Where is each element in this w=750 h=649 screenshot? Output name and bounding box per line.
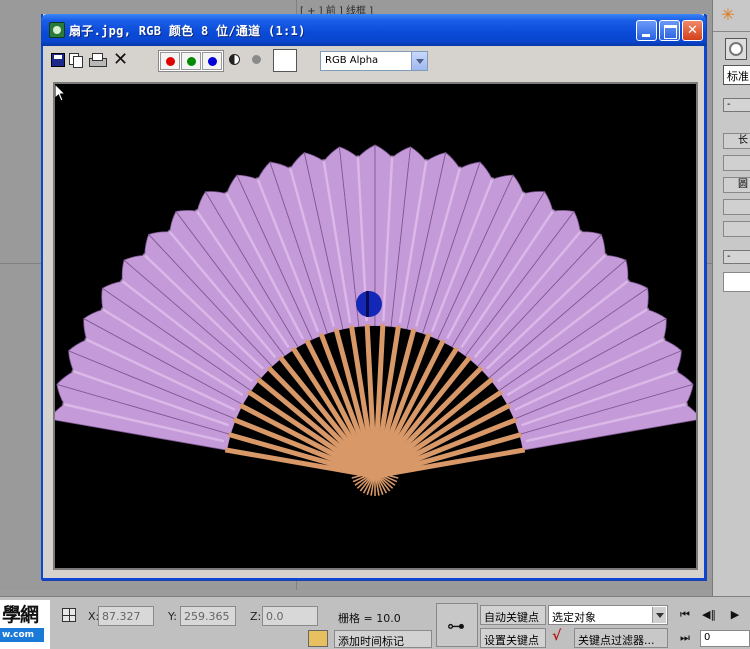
object-type-dropdown[interactable]: 标准 xyxy=(723,65,750,85)
window-titlebar[interactable]: 扇子.jpg, RGB 颜色 8 位/通道 (1:1) ✕ xyxy=(41,14,706,46)
name-color-rollout[interactable]: - xyxy=(723,250,750,264)
object-button-4[interactable] xyxy=(723,199,750,215)
red-channel-button[interactable] xyxy=(160,52,180,70)
set-key-toggle[interactable]: 设置关键点 xyxy=(480,628,546,648)
auto-key-button[interactable]: 自动关键点 xyxy=(480,605,546,625)
logo-url: w.com xyxy=(0,628,44,642)
app-icon xyxy=(49,22,65,38)
clear-icon[interactable]: ✕ xyxy=(113,51,128,69)
green-channel-button[interactable] xyxy=(181,52,201,70)
time-tag-icon[interactable] xyxy=(308,630,328,647)
key-filter-icon: √ xyxy=(552,628,562,644)
object-type-rollout[interactable]: - xyxy=(723,98,750,112)
object-button-3[interactable]: 圆 xyxy=(723,177,750,193)
create-tab-icon[interactable]: ✳ xyxy=(719,6,737,24)
goto-start-icon[interactable]: ⏮ xyxy=(676,607,694,623)
rendered-frame-window: 扇子.jpg, RGB 颜色 8 位/通道 (1:1) ✕ ✕ RGB Alph… xyxy=(41,14,706,580)
previous-frame-icon[interactable]: ◀‖ xyxy=(700,607,718,623)
sphere-icon xyxy=(729,42,743,56)
z-label: Z: xyxy=(250,610,262,623)
color-swatch[interactable] xyxy=(273,49,297,72)
maximize-button[interactable] xyxy=(659,20,680,41)
channel-buttons xyxy=(158,50,224,72)
copy-icon[interactable] xyxy=(69,53,83,68)
y-label: Y: xyxy=(168,610,177,623)
print-icon[interactable] xyxy=(89,53,107,67)
goto-end-icon[interactable]: ⏭ xyxy=(676,630,694,646)
close-button[interactable]: ✕ xyxy=(682,20,703,41)
object-button-5[interactable] xyxy=(723,221,750,237)
key-icon: ⊶ xyxy=(447,616,465,637)
folding-fan-image xyxy=(55,144,696,496)
add-time-tag-button[interactable]: 添加时间标记 xyxy=(334,630,432,648)
monochrome-icon[interactable] xyxy=(229,54,240,65)
minimize-icon xyxy=(637,21,656,40)
chevron-down-icon xyxy=(411,52,427,70)
object-button-1[interactable]: 长 xyxy=(723,133,750,149)
maximize-icon xyxy=(660,21,679,40)
minimize-button[interactable] xyxy=(636,20,657,41)
grid-size-label: 栅格 = 10.0 xyxy=(338,612,401,625)
x-coordinate-field[interactable]: 87.327 xyxy=(98,606,154,626)
command-panel: ✳ 标准 - 长 圆 - xyxy=(712,0,750,600)
selection-set-value: 选定对象 xyxy=(552,611,596,624)
set-key-button[interactable]: ⊶ xyxy=(436,603,478,647)
save-icon[interactable] xyxy=(51,53,65,67)
object-name-field[interactable] xyxy=(723,272,750,292)
marker-stripe xyxy=(366,291,369,317)
y-coordinate-field[interactable]: 259.365 xyxy=(180,606,236,626)
key-filters-button[interactable]: 关键点过滤器... xyxy=(574,628,668,648)
alpha-icon[interactable] xyxy=(252,55,261,64)
z-coordinate-field[interactable]: 0.0 xyxy=(262,606,318,626)
channel-select[interactable]: RGB Alpha xyxy=(320,51,428,71)
geometry-button[interactable] xyxy=(725,38,747,60)
image-canvas-frame xyxy=(53,82,698,570)
close-icon: ✕ xyxy=(687,23,698,38)
blue-channel-button[interactable] xyxy=(202,52,222,70)
absolute-mode-icon[interactable] xyxy=(62,608,76,622)
current-frame-field[interactable]: 0 xyxy=(700,630,750,647)
green-channel-icon xyxy=(187,57,196,66)
play-icon[interactable]: ▶ xyxy=(726,607,744,623)
object-button-2[interactable] xyxy=(723,155,750,171)
rendered-image[interactable] xyxy=(55,84,696,568)
window-title: 扇子.jpg, RGB 颜色 8 位/通道 (1:1) xyxy=(69,24,306,38)
logo-text: 學網 xyxy=(2,604,39,626)
chevron-down-icon xyxy=(652,607,666,623)
channel-select-value: RGB Alpha xyxy=(325,55,379,66)
mouse-cursor-icon xyxy=(55,84,67,102)
command-panel-tabs: ✳ xyxy=(713,0,750,32)
image-toolbar: ✕ RGB Alpha xyxy=(43,46,704,74)
red-channel-icon xyxy=(166,57,175,66)
blue-channel-icon xyxy=(208,57,217,66)
watermark-logo: 學網 w.com xyxy=(0,600,50,649)
selection-set-select[interactable]: 选定对象 xyxy=(548,605,668,625)
